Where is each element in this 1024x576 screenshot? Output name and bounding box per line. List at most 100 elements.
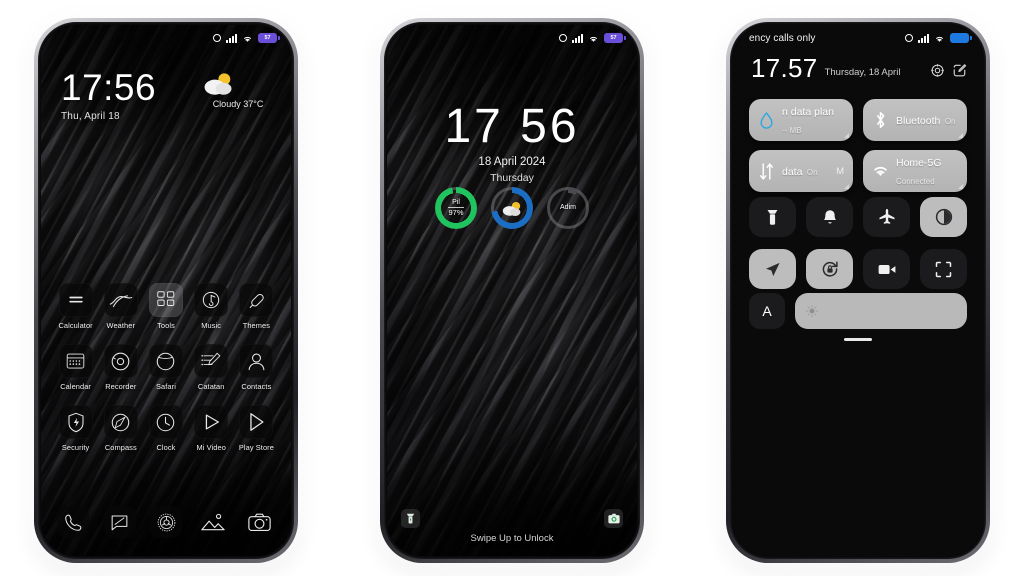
app-calculator[interactable]: Calculator bbox=[53, 283, 98, 330]
flashlight-icon bbox=[765, 209, 780, 226]
phone-bezel: 57 17 56 18 April 2024 Thursday Pil97% A… bbox=[384, 22, 640, 559]
rotation-lock-toggle[interactable] bbox=[806, 249, 853, 289]
app-label: Tools bbox=[157, 321, 175, 330]
tile-expand-corner[interactable] bbox=[844, 133, 849, 138]
tile-home-5g[interactable]: Home-5G Connected bbox=[863, 150, 967, 192]
lock-widget-row: Pil97% Adim bbox=[387, 187, 637, 229]
steps-widget[interactable]: Adim bbox=[547, 187, 589, 229]
wifi-icon bbox=[244, 36, 251, 42]
tile-data[interactable]: data On M bbox=[749, 150, 853, 192]
lock-bottom-area: Swipe Up to Unlock bbox=[387, 509, 637, 550]
quick-settings-header: 17.57 Thursday, 18 April bbox=[751, 55, 967, 81]
flashlight-toggle[interactable] bbox=[749, 197, 796, 237]
status-bar-left-text: ency calls only bbox=[749, 32, 816, 44]
app-label: Calculator bbox=[58, 321, 93, 330]
phone-bezel: 57 17:56 Thu, April 18 Cloudy 37°C Calcu… bbox=[38, 22, 294, 559]
mobile-data-icon bbox=[758, 162, 775, 180]
status-bar-icons bbox=[905, 33, 972, 43]
app-tools[interactable]: Tools bbox=[143, 283, 188, 330]
battery-widget[interactable]: Pil97% bbox=[435, 187, 477, 229]
scanner-toggle[interactable] bbox=[920, 249, 967, 289]
app-security[interactable]: Security bbox=[53, 405, 98, 452]
status-bar-icons: 57 bbox=[559, 33, 626, 43]
flashlight-shortcut[interactable] bbox=[401, 509, 420, 528]
app-label: Mi Video bbox=[196, 443, 226, 452]
app-label: Compass bbox=[104, 443, 137, 452]
app-contacts[interactable]: Contacts bbox=[234, 344, 279, 391]
dark-mode-toggle[interactable] bbox=[920, 197, 967, 237]
home-weather-text: Cloudy 37°C bbox=[212, 99, 264, 109]
dock-gallery[interactable] bbox=[197, 506, 229, 538]
lock-clock-time: 17 56 bbox=[444, 100, 580, 153]
edit-icon[interactable] bbox=[952, 63, 967, 78]
settings-gear-icon[interactable] bbox=[930, 63, 945, 78]
app-label: Security bbox=[61, 443, 90, 452]
camera-shortcut[interactable] bbox=[604, 509, 623, 528]
tile-expand-corner[interactable] bbox=[958, 184, 963, 189]
screenshot-stage: 57 17:56 Thu, April 18 Cloudy 37°C Calcu… bbox=[0, 0, 1024, 576]
lock-weekday: Thursday bbox=[490, 172, 534, 184]
tile-title: n data plan bbox=[782, 106, 834, 118]
wifi-icon bbox=[936, 36, 943, 42]
app-recorder[interactable]: Recorder bbox=[98, 344, 143, 391]
app-label: Themes bbox=[242, 321, 271, 330]
tile-bluetooth[interactable]: Bluetooth On bbox=[863, 99, 967, 141]
ringer-toggle[interactable] bbox=[806, 197, 853, 237]
home-weather-widget[interactable]: Cloudy 37°C bbox=[199, 71, 277, 109]
phone-screen: 57 17 56 18 April 2024 Thursday Pil97% A… bbox=[387, 25, 637, 556]
home-clock-widget[interactable]: 17:56 Thu, April 18 bbox=[61, 69, 156, 122]
tools-folder-icon bbox=[148, 283, 183, 317]
app-mi-video[interactable]: Mi Video bbox=[189, 405, 234, 452]
dock-camera[interactable] bbox=[243, 506, 275, 538]
app-label: Weather bbox=[106, 321, 136, 330]
signal-icon bbox=[226, 33, 237, 43]
app-weather[interactable]: Weather bbox=[98, 283, 143, 330]
airplane-toggle[interactable] bbox=[863, 197, 910, 237]
airplane-icon bbox=[878, 208, 896, 226]
app-label: Clock bbox=[156, 443, 176, 452]
screen-recorder-toggle[interactable] bbox=[863, 249, 910, 289]
app-safari[interactable]: Safari bbox=[143, 344, 188, 391]
signal-icon bbox=[918, 33, 929, 43]
recorder-icon bbox=[103, 344, 138, 378]
status-bar: 57 bbox=[41, 25, 291, 51]
app-calendar[interactable]: Calendar bbox=[53, 344, 98, 391]
weather-widget[interactable] bbox=[491, 187, 533, 229]
camera-icon bbox=[247, 512, 271, 532]
tile-expand-corner[interactable] bbox=[844, 184, 849, 189]
app-play-store[interactable]: Play Store bbox=[234, 405, 279, 452]
tile-expand-corner[interactable] bbox=[958, 133, 963, 138]
auto-brightness-label: A bbox=[762, 303, 772, 319]
partly-cloudy-icon bbox=[204, 73, 232, 95]
app-clock[interactable]: Clock bbox=[143, 405, 188, 452]
app-themes[interactable]: Themes bbox=[234, 283, 279, 330]
battery-icon bbox=[950, 33, 972, 43]
tile-n-data-plan[interactable]: n data plan -- MB bbox=[749, 99, 853, 141]
battery-icon: 57 bbox=[604, 33, 626, 43]
clock-icon bbox=[148, 405, 183, 439]
video-play-icon bbox=[194, 405, 229, 439]
security-shield-icon bbox=[58, 405, 93, 439]
status-bar: ency calls only bbox=[733, 25, 983, 51]
phone-icon bbox=[64, 513, 83, 532]
flashlight-icon bbox=[406, 513, 415, 523]
app-label: Catatan bbox=[197, 382, 225, 391]
phone-screen: ency calls only 17.57 Thursday, 18 April… bbox=[733, 25, 983, 556]
contacts-icon bbox=[239, 344, 274, 378]
dock-phone[interactable] bbox=[57, 506, 89, 538]
location-toggle[interactable] bbox=[749, 249, 796, 289]
music-icon bbox=[194, 283, 229, 317]
quick-settings-tiles: n data plan -- MB Bluetooth On data On M… bbox=[749, 99, 967, 192]
brightness-slider[interactable] bbox=[795, 293, 967, 329]
drag-handle[interactable] bbox=[733, 338, 983, 341]
app-music[interactable]: Music bbox=[189, 283, 234, 330]
battery-level-text: 57 bbox=[264, 35, 271, 41]
wifi-icon bbox=[872, 164, 889, 178]
dock-browser[interactable] bbox=[150, 506, 182, 538]
auto-brightness-button[interactable]: A bbox=[749, 293, 785, 329]
app-catatan[interactable]: Catatan bbox=[189, 344, 234, 391]
phone-home-screen: 57 17:56 Thu, April 18 Cloudy 37°C Calcu… bbox=[34, 18, 298, 563]
gallery-icon bbox=[200, 512, 225, 532]
dock-messages[interactable] bbox=[103, 506, 136, 538]
app-compass[interactable]: Compass bbox=[98, 405, 143, 452]
